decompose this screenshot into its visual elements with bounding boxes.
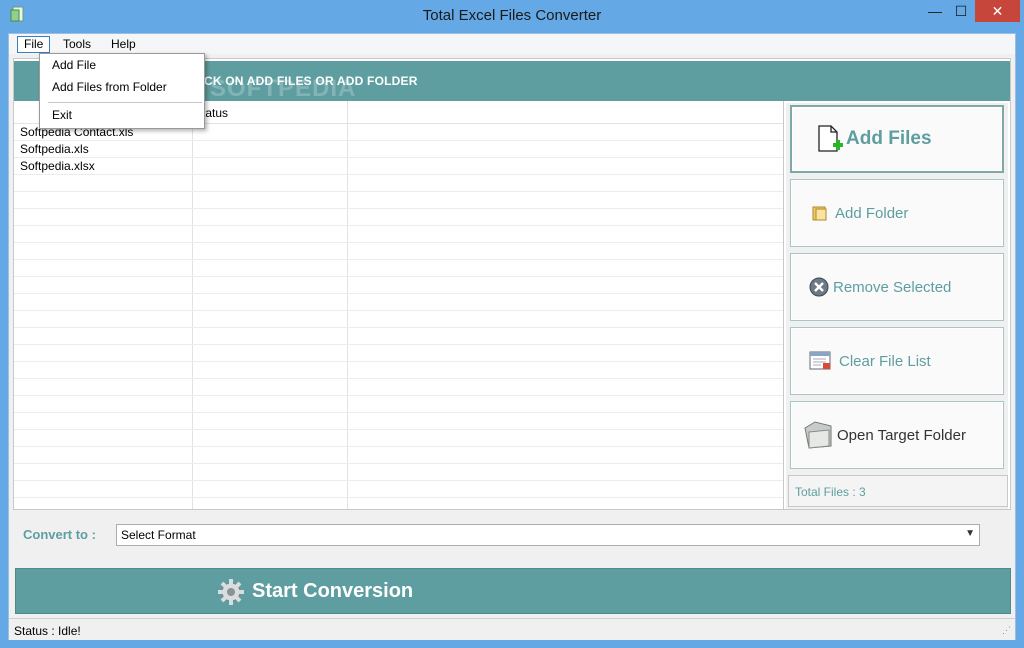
table-row[interactable] (14, 362, 783, 379)
table-row[interactable] (14, 328, 783, 345)
remove-icon (809, 254, 829, 320)
open-folder-icon (803, 402, 835, 468)
start-conversion-button[interactable]: Start Conversion (15, 568, 1011, 614)
file-menu-dropdown: Add File Add Files from Folder Exit (39, 53, 205, 129)
clear-file-list-button[interactable]: Clear File List (790, 327, 1004, 395)
gear-icon (218, 579, 244, 605)
resize-grip-icon[interactable]: ⋰ (1002, 625, 1011, 636)
table-row[interactable] (14, 175, 783, 192)
minimize-button[interactable]: — (922, 0, 948, 22)
table-row[interactable] (14, 260, 783, 277)
table-row[interactable] (14, 413, 783, 430)
table-row[interactable] (14, 498, 783, 509)
menu-file[interactable]: File (17, 36, 51, 53)
title-bar[interactable]: Total Excel Files Converter — ☐ ✕ (0, 0, 1024, 32)
format-select[interactable]: Select Format ▼ (116, 524, 980, 546)
menu-separator (48, 102, 202, 103)
table-row[interactable] (14, 396, 783, 413)
convert-row: Convert to : Select Format ▼ (13, 514, 1011, 554)
clear-file-list-label: Clear File List (839, 352, 931, 370)
remove-selected-label: Remove Selected (833, 278, 952, 296)
maximize-button[interactable]: ☐ (948, 0, 974, 22)
clear-list-icon (809, 328, 833, 394)
table-row[interactable] (14, 345, 783, 362)
add-folder-button[interactable]: Add Folder (790, 179, 1004, 247)
window-title: Total Excel Files Converter (422, 7, 602, 24)
table-row[interactable] (14, 243, 783, 260)
chevron-down-icon[interactable]: ▼ (965, 528, 975, 539)
menu-tools[interactable]: Tools (57, 37, 97, 54)
app-window: Total Excel Files Converter — ☐ ✕ File T… (0, 0, 1024, 648)
table-row[interactable] (14, 447, 783, 464)
table-row[interactable]: Softpedia.xls (14, 141, 783, 158)
file-name-cell: Softpedia.xlsx (20, 159, 95, 173)
add-files-label: Add Files (846, 128, 932, 149)
menu-item-add-file[interactable]: Add File (52, 58, 96, 72)
menu-bar: File Tools Help (9, 34, 1015, 54)
menu-item-exit[interactable]: Exit (52, 108, 72, 122)
table-row[interactable] (14, 464, 783, 481)
table-row[interactable] (14, 379, 783, 396)
status-text: Status : Idle! (14, 624, 81, 638)
table-row[interactable] (14, 277, 783, 294)
convert-to-label: Convert to : (23, 527, 96, 542)
open-target-folder-button[interactable]: Open Target Folder (790, 401, 1004, 469)
add-file-icon (816, 107, 844, 171)
table-row[interactable] (14, 209, 783, 226)
table-row[interactable] (14, 311, 783, 328)
start-conversion-label: Start Conversion (252, 580, 414, 602)
total-files-box: Total Files : 3 (788, 475, 1008, 507)
add-files-button[interactable]: Add Files (790, 105, 1004, 173)
close-button[interactable]: ✕ (975, 0, 1020, 22)
action-panel: Add Files Add Folder Remove Selected Cle… (786, 103, 1008, 509)
table-row[interactable]: Softpedia.xlsx (14, 158, 783, 175)
menu-item-add-files-from-folder[interactable]: Add Files from Folder (52, 80, 167, 94)
column-header-status[interactable]: tatus (202, 106, 228, 120)
add-folder-label: Add Folder (835, 204, 909, 222)
format-select-value: Select Format (121, 528, 196, 542)
open-target-folder-label: Open Target Folder (837, 426, 966, 444)
file-name-cell: Softpedia.xls (20, 142, 89, 156)
file-list-grid[interactable]: tatus Softpedia Contact.xls Softpedia.xls… (14, 101, 784, 509)
menu-help[interactable]: Help (105, 37, 142, 54)
folder-icon (811, 180, 829, 246)
remove-selected-button[interactable]: Remove Selected (790, 253, 1004, 321)
total-files-count: Total Files : 3 (795, 485, 866, 499)
table-row[interactable] (14, 226, 783, 243)
table-row[interactable] (14, 481, 783, 498)
status-bar: Status : Idle! ⋰ (9, 618, 1015, 640)
table-row[interactable] (14, 294, 783, 311)
table-row[interactable] (14, 430, 783, 447)
table-row[interactable] (14, 192, 783, 209)
